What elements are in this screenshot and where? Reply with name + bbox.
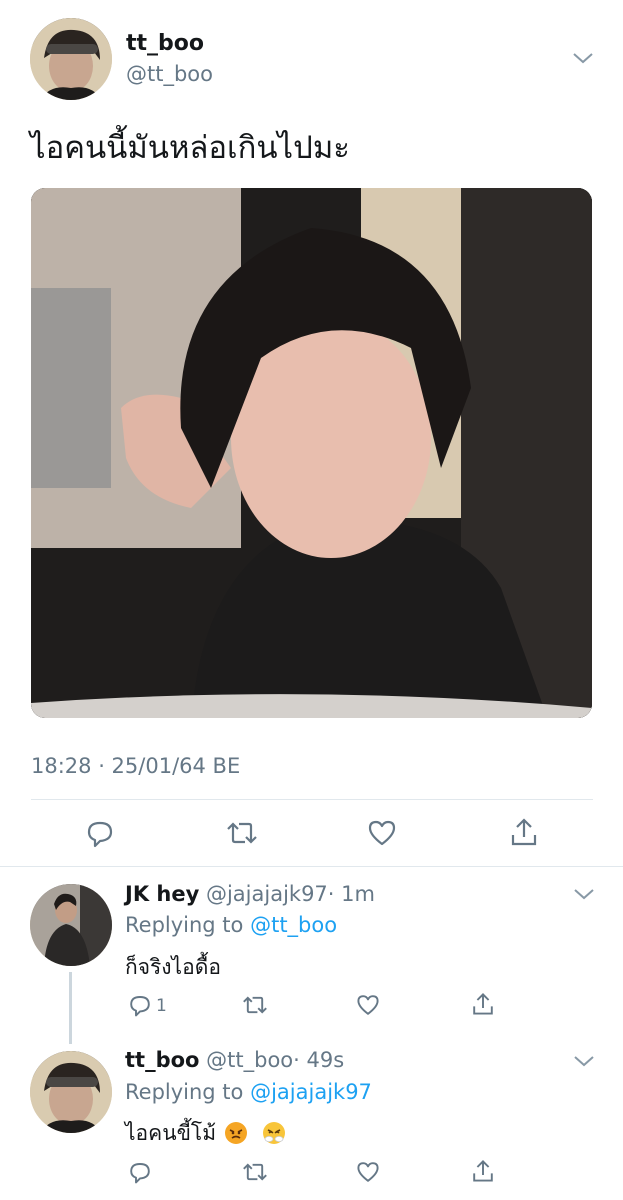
retweet-icon[interactable] (241, 993, 269, 1017)
share-icon[interactable] (471, 1158, 495, 1184)
reply-handle[interactable]: @tt_boo (206, 1048, 293, 1072)
tweet-media[interactable] (31, 188, 592, 718)
stats-divider (31, 799, 593, 800)
steam-nose-emoji (263, 1122, 286, 1144)
reply-count: 1 (156, 996, 167, 1016)
reply-handle[interactable]: @jajajajk97 (206, 882, 328, 906)
reply-avatar[interactable] (30, 884, 112, 966)
author-handle[interactable]: @tt_boo (126, 62, 213, 86)
tweet-text: ไอคนนี้มันหล่อเกินไปมะ (30, 130, 350, 166)
reply-icon[interactable] (128, 1160, 152, 1184)
author-display-name[interactable]: tt_boo (126, 31, 204, 56)
replying-to-label: Replying to (125, 913, 244, 937)
reply-icon[interactable] (85, 818, 115, 848)
replying-to-label: Replying to (125, 1080, 244, 1104)
thread-line (69, 972, 72, 1044)
avatar-photo (30, 1051, 112, 1133)
like-icon[interactable] (356, 993, 380, 1017)
retweet-icon[interactable] (225, 818, 259, 848)
angry-face-emoji (224, 1122, 247, 1144)
reply-time[interactable]: · 1m (328, 882, 375, 906)
reply-display-name[interactable]: tt_boo (125, 1048, 199, 1072)
chevron-down-icon[interactable] (572, 50, 594, 66)
reply-display-name[interactable]: JK hey (125, 882, 199, 906)
reply-text: ไอคนขี้โม้ (125, 1121, 217, 1145)
tweet-divider (0, 866, 623, 867)
media-photo (31, 188, 592, 718)
reply-time[interactable]: · 49s (293, 1048, 344, 1072)
chevron-down-icon[interactable] (573, 886, 595, 902)
avatar-photo (30, 884, 112, 966)
avatar-photo (30, 18, 112, 100)
chevron-down-icon[interactable] (573, 1053, 595, 1069)
like-icon[interactable] (356, 1160, 380, 1184)
share-icon[interactable] (471, 991, 495, 1017)
replying-to-link[interactable]: @tt_boo (250, 913, 337, 937)
like-icon[interactable] (367, 818, 397, 848)
replying-to-link[interactable]: @jajajajk97 (250, 1080, 372, 1104)
retweet-icon[interactable] (241, 1160, 269, 1184)
tweet-timestamp[interactable]: 18:28 · 25/01/64 BE (31, 754, 240, 778)
author-avatar[interactable] (30, 18, 112, 100)
reply-avatar[interactable] (30, 1051, 112, 1133)
share-icon[interactable] (509, 816, 539, 848)
reply-text: ก็จริงไอดื้อ (125, 955, 221, 979)
reply-icon[interactable] (128, 993, 152, 1017)
